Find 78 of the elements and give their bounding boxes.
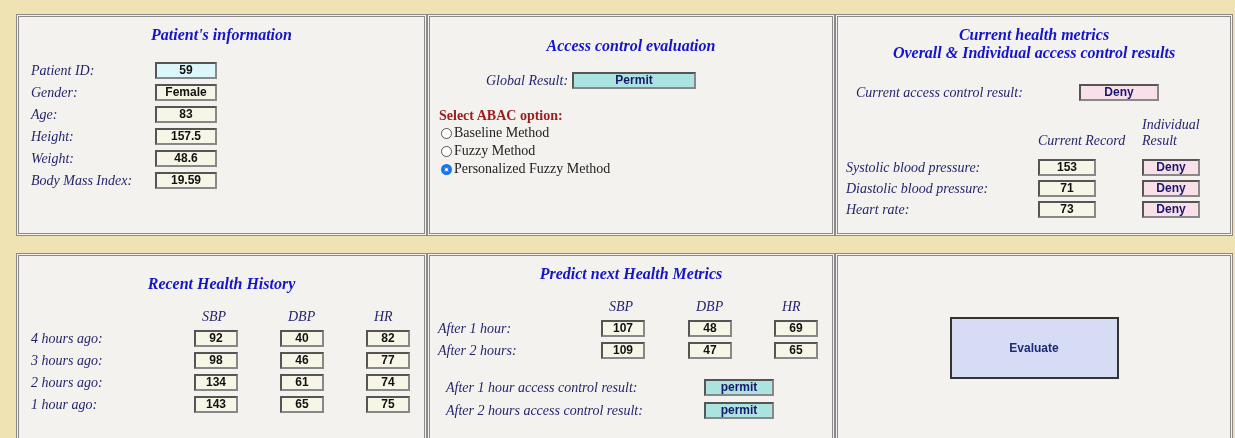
value-field[interactable]: 83 [155,106,217,123]
field-label: After 1 hour: [438,320,513,337]
panel-title: Patient's information [150,26,293,44]
value-field[interactable]: 65 [774,342,818,359]
value-field[interactable]: 46 [280,352,324,369]
value-field[interactable]: 71 [1038,180,1096,197]
column-header: Current Record [1038,133,1127,149]
value-field[interactable]: Permit [572,72,697,89]
value-field[interactable]: 75 [366,396,410,413]
value-field[interactable]: 69 [774,320,818,337]
radio-button[interactable] [441,163,452,175]
field-label: 4 hours ago: [31,330,104,347]
field-label: Current access control result: [856,84,1024,101]
field-label: Global Result: [486,72,569,89]
section-heading: Select ABAC option: [439,107,564,124]
value-field[interactable]: 153 [1038,159,1096,176]
column-header: HR [373,309,394,325]
column-header: DBP [287,309,317,325]
field-label: Patient ID: [31,62,96,79]
value-field[interactable]: Deny [1142,180,1200,197]
column-header: DBP [695,299,725,315]
value-field[interactable]: 143 [194,396,238,413]
value-field[interactable]: 40 [280,330,324,347]
value-field[interactable]: Deny [1142,201,1200,218]
field-label: Gender: [31,84,79,101]
radio-option[interactable]: Baseline Method [441,124,832,142]
field-label: Weight: [31,150,76,167]
column-header: SBP [201,309,228,325]
value-field[interactable]: 157.5 [155,128,217,145]
radio-option[interactable]: Personalized Fuzzy Method [441,160,832,178]
field-label: Systolic blood pressure: [846,159,982,176]
value-field[interactable]: permit [704,402,774,419]
evaluate-button[interactable]: Evaluate [949,317,1119,379]
value-field[interactable]: 19.59 [155,172,217,189]
value-field[interactable]: 109 [601,342,645,359]
column-header: Individual Result [1142,117,1200,149]
radio-button[interactable] [441,127,452,139]
panel-title: Current health metrics [957,26,1111,44]
field-label: After 1 hour access control result: [446,379,639,396]
field-label: Diastolic blood pressure: [846,180,990,197]
radio-option[interactable]: Fuzzy Method [441,142,832,160]
value-field[interactable]: Deny [1079,84,1159,101]
radio-label: Baseline Method [454,124,550,142]
field-label: After 2 hours: [438,342,518,359]
value-field[interactable]: 61 [280,374,324,391]
value-field[interactable]: 73 [1038,201,1096,218]
value-field[interactable]: 134 [194,374,238,391]
value-field[interactable]: 48 [688,320,732,337]
column-header: HR [781,299,802,315]
value-field[interactable]: 59 [155,62,217,79]
panel-title: Recent Health History [146,275,297,293]
value-field[interactable]: 65 [280,396,324,413]
value-field[interactable]: 82 [366,330,410,347]
radio-label: Fuzzy Method [454,142,536,160]
value-field[interactable]: 92 [194,330,238,347]
value-field[interactable]: 47 [688,342,732,359]
column-header: SBP [608,299,635,315]
field-label: Body Mass Index: [31,172,134,189]
value-field[interactable]: 77 [366,352,410,369]
value-field[interactable]: 74 [366,374,410,391]
panel-title: Access control evaluation [545,37,717,55]
field-label: Heart rate: [846,201,911,218]
field-label: 3 hours ago: [31,352,104,369]
value-field[interactable]: permit [704,379,774,396]
value-field[interactable]: 48.6 [155,150,217,167]
field-label: Height: [31,128,75,145]
field-label: After 2 hours access control result: [446,402,644,419]
value-field[interactable]: Female [155,84,217,101]
panel-title: Overall & Individual access control results [891,44,1177,62]
field-label: 1 hour ago: [31,396,99,413]
radio-button[interactable] [441,145,452,157]
panel-title: Predict next Health Metrics [538,265,724,283]
value-field[interactable]: Deny [1142,159,1200,176]
value-field[interactable]: 98 [194,352,238,369]
value-field[interactable]: 107 [601,320,645,337]
radio-label: Personalized Fuzzy Method [454,160,611,178]
field-label: 2 hours ago: [31,374,104,391]
field-label: Age: [31,106,59,123]
